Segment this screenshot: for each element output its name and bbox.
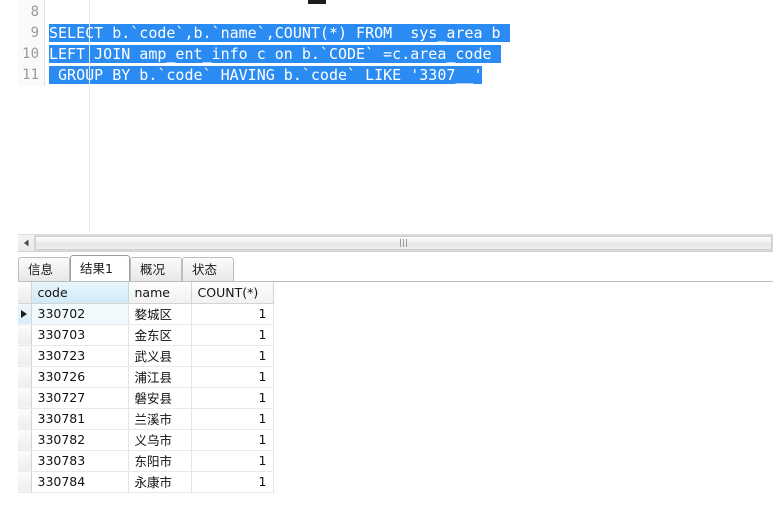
cell-code[interactable]: 330781 [31, 408, 129, 430]
table-row[interactable]: 330784 永康市 1 [18, 471, 274, 493]
cell-code[interactable]: 330783 [31, 450, 129, 472]
line-number: 10 [22, 46, 39, 62]
column-header-count[interactable]: COUNT(*) [191, 282, 274, 304]
cell-code[interactable]: 330723 [31, 345, 129, 367]
code-line[interactable]: GROUP BY b.`code` HAVING b.`code` LIKE '… [49, 65, 773, 86]
code-line-selected-text[interactable]: GROUP BY b.`code` HAVING b.`code` LIKE '… [49, 66, 483, 84]
column-header-name[interactable]: name [128, 282, 192, 304]
editor-left-margin-rule [89, 0, 90, 232]
cell-code[interactable]: 330703 [31, 324, 129, 346]
code-line[interactable]: LEFT JOIN amp_ent_info c on b.`CODE` =c.… [49, 44, 773, 65]
result-table[interactable]: code name COUNT(*) 330702 婺城区 1 330703 金… [18, 282, 274, 493]
sql-editor-pane[interactable]: 8 9 10 11 SELECT b.`code`,b.`name`,COUNT… [0, 0, 773, 232]
line-number: 11 [22, 67, 39, 83]
cell-count[interactable]: 1 [191, 450, 274, 472]
cell-name[interactable]: 金东区 [128, 324, 192, 346]
cell-count[interactable]: 1 [191, 429, 274, 451]
row-indicator-cell[interactable] [18, 366, 32, 388]
table-row[interactable]: 330702 婺城区 1 [18, 303, 274, 325]
code-line-selected-text[interactable]: SELECT b.`code`,b.`name`,COUNT(*) FROM s… [49, 24, 510, 42]
table-row[interactable]: 330781 兰溪市 1 [18, 408, 274, 430]
cell-name[interactable]: 永康市 [128, 471, 192, 493]
tab-label: 信息 [28, 262, 54, 277]
cell-code[interactable]: 330726 [31, 366, 129, 388]
triangle-right-icon [21, 309, 27, 318]
table-header-row: code name COUNT(*) [18, 282, 274, 304]
row-indicator-cell[interactable] [18, 450, 32, 472]
row-indicator-header [18, 282, 32, 304]
cell-code[interactable]: 330727 [31, 387, 129, 409]
tab-label: 状态 [192, 262, 218, 277]
cell-code[interactable]: 330702 [31, 303, 129, 325]
code-lines[interactable]: SELECT b.`code`,b.`name`,COUNT(*) FROM s… [45, 0, 773, 232]
cell-count[interactable]: 1 [191, 303, 274, 325]
table-row[interactable]: 330723 武义县 1 [18, 345, 274, 367]
cell-name[interactable]: 磐安县 [128, 387, 192, 409]
table-row[interactable]: 330703 金东区 1 [18, 324, 274, 346]
grip-lines-icon [400, 239, 407, 247]
scroll-left-icon[interactable] [18, 235, 34, 251]
tab-label: 结果1 [80, 261, 113, 276]
line-number-gutter: 8 9 10 11 [18, 0, 45, 86]
tab-profile[interactable]: 概况 [130, 257, 182, 281]
cell-count[interactable]: 1 [191, 366, 274, 388]
tab-info[interactable]: 信息 [18, 257, 70, 281]
cell-name[interactable]: 浦江县 [128, 366, 192, 388]
cell-count[interactable]: 1 [191, 471, 274, 493]
cell-name[interactable]: 东阳市 [128, 450, 192, 472]
scrollbar-track[interactable] [34, 235, 773, 251]
cell-code[interactable]: 330784 [31, 471, 129, 493]
table-row[interactable]: 330727 磐安县 1 [18, 387, 274, 409]
code-line[interactable]: SELECT b.`code`,b.`name`,COUNT(*) FROM s… [49, 23, 773, 44]
code-line-selected-text[interactable]: LEFT JOIN amp_ent_info c on b.`CODE` =c.… [49, 45, 501, 63]
cell-name[interactable]: 武义县 [128, 345, 192, 367]
cell-name[interactable]: 兰溪市 [128, 408, 192, 430]
cell-count[interactable]: 1 [191, 324, 274, 346]
sql-client-window: 8 9 10 11 SELECT b.`code`,b.`name`,COUNT… [0, 0, 773, 509]
row-indicator-cell[interactable] [18, 429, 32, 451]
row-indicator-cell[interactable] [18, 471, 32, 493]
editor-horizontal-scrollbar[interactable] [18, 234, 773, 252]
code-line[interactable] [49, 2, 773, 23]
row-indicator-cell[interactable] [18, 408, 32, 430]
tab-result1[interactable]: 结果1 [70, 255, 130, 281]
cell-count[interactable]: 1 [191, 387, 274, 409]
cell-count[interactable]: 1 [191, 345, 274, 367]
scrollbar-thumb[interactable] [35, 236, 772, 250]
result-grid[interactable]: code name COUNT(*) 330702 婺城区 1 330703 金… [18, 282, 773, 509]
code-area[interactable]: 8 9 10 11 SELECT b.`code`,b.`name`,COUNT… [0, 0, 773, 232]
cell-count[interactable]: 1 [191, 408, 274, 430]
line-number: 8 [30, 4, 39, 20]
row-indicator-cell[interactable] [18, 324, 32, 346]
result-tabbar[interactable]: 信息 结果1 概况 状态 [18, 255, 773, 282]
row-indicator-cell[interactable] [18, 345, 32, 367]
table-row[interactable]: 330783 东阳市 1 [18, 450, 274, 472]
cell-name[interactable]: 义乌市 [128, 429, 192, 451]
tab-status[interactable]: 状态 [182, 257, 234, 281]
row-indicator-cell[interactable] [18, 303, 32, 325]
column-header-code[interactable]: code [31, 282, 129, 304]
cell-code[interactable]: 330782 [31, 429, 129, 451]
tab-label: 概况 [140, 262, 166, 277]
table-row[interactable]: 330782 义乌市 1 [18, 429, 274, 451]
cell-name[interactable]: 婺城区 [128, 303, 192, 325]
row-indicator-cell[interactable] [18, 387, 32, 409]
table-row[interactable]: 330726 浦江县 1 [18, 366, 274, 388]
line-number: 9 [30, 25, 39, 41]
